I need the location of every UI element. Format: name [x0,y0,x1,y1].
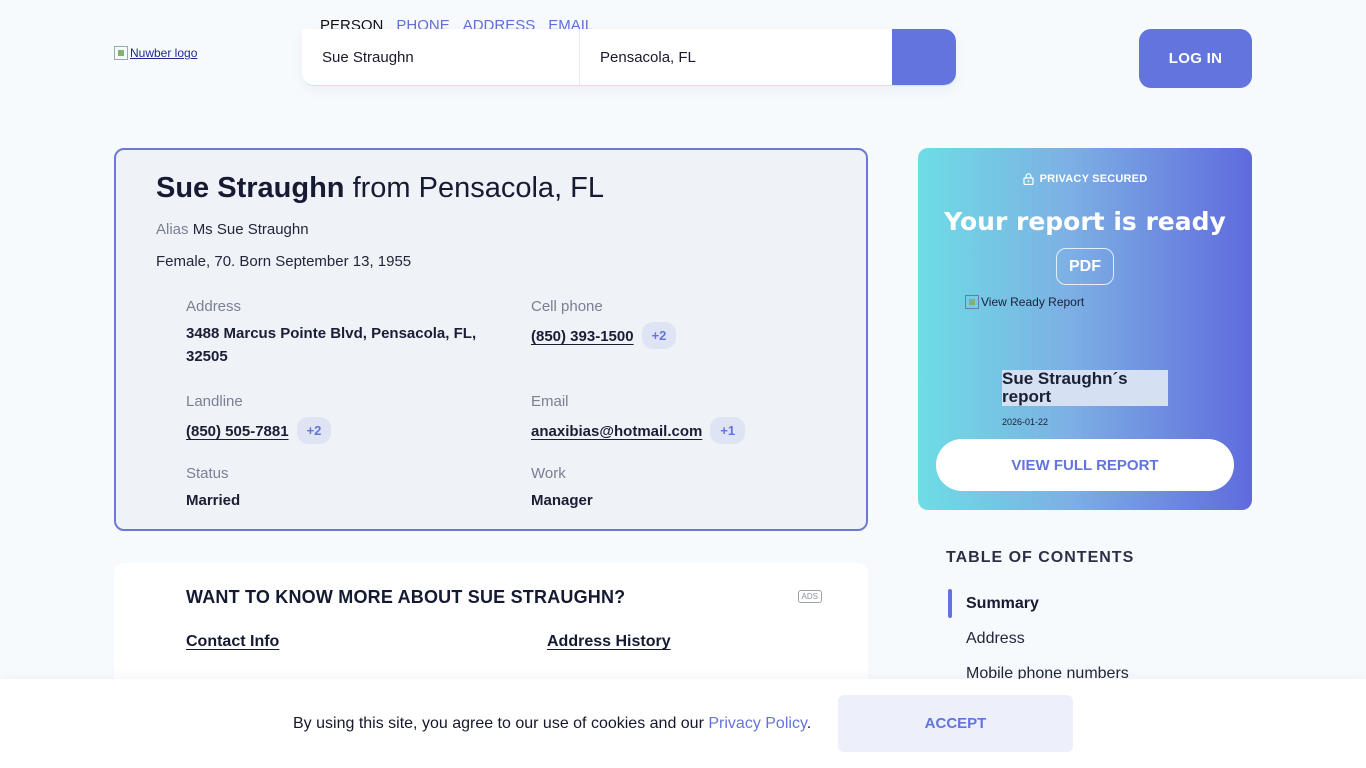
report-headline: Your report is ready [944,207,1226,236]
pdf-badge: PDF [1056,248,1114,285]
ready-report-alt: View Ready Report [981,295,1085,309]
status-label: Status [186,465,229,482]
cookie-banner: By using this site, you agree to our use… [0,679,1366,768]
address-history-link[interactable]: Address History [547,633,671,651]
page-title: Sue Straughn from Pensacola, FL [156,172,604,205]
toc-title: TABLE OF CONTENTS [946,549,1135,566]
bio: Female, 70. Born September 13, 1955 [156,253,412,270]
landline-info: Landline (850) 505-7881 +2 [186,393,332,444]
contact-info-link[interactable]: Contact Info [186,633,279,651]
search-tabs: PERSON PHONE ADDRESS EMAIL [302,9,594,36]
person-name: Sue Straughn [156,172,345,204]
profile-card: Sue Straughn from Pensacola, FL Alias Ms… [114,148,868,531]
toc-item-summary[interactable]: Summary [966,595,1039,613]
alias: Alias Ms Sue Straughn [156,221,309,238]
landline-link[interactable]: (850) 505-7881 [186,423,289,440]
broken-image-icon [965,295,979,309]
lock-icon [1023,173,1034,185]
report-doc-name: Sue Straughn´s report [1002,370,1168,406]
email-info: Email anaxibias@hotmail.com +1 [531,393,746,444]
alias-value: Ms Sue Straughn [192,221,309,238]
search-button[interactable] [892,29,956,85]
report-card: PRIVACY SECURED Your report is ready PDF… [918,148,1252,510]
toc-item-address[interactable]: Address [966,630,1025,648]
cell-info: Cell phone (850) 393-1500 +2 [531,298,677,349]
location-input[interactable]: Pensacola, FL [580,29,892,85]
toc-active-indicator [948,589,952,618]
privacy-badge: PRIVACY SECURED [918,173,1252,185]
address-value: 3488 Marcus Pointe Blvd, Pensacola, FL, … [186,325,477,365]
accept-cookies-button[interactable]: ACCEPT [838,695,1073,752]
email-label: Email [531,393,569,410]
person-location: from Pensacola, FL [352,172,605,204]
broken-image-icon [114,46,128,60]
landline-more-badge[interactable]: +2 [296,417,332,444]
address-label: Address [186,298,242,315]
view-full-report-button[interactable]: VIEW FULL REPORT [936,439,1234,491]
landline-label: Landline [186,393,243,410]
report-doc-date: 2026-01-22 [1002,417,1049,427]
email-more-badge[interactable]: +1 [710,417,746,444]
cell-phone-link[interactable]: (850) 393-1500 [531,328,634,345]
search-box: Sue Straughn Pensacola, FL [302,29,956,86]
cell-more-badge[interactable]: +2 [641,322,677,349]
login-button[interactable]: LOG IN [1139,29,1252,88]
address-info: Address 3488 Marcus Pointe Blvd, Pensaco… [186,298,496,368]
cookie-text: By using this site, you agree to our use… [293,715,811,733]
cookie-period: . [806,715,812,732]
work-label: Work [531,465,566,482]
know-more-heading: WANT TO KNOW MORE ABOUT SUE STRAUGHN? [186,587,626,607]
status-value: Married [186,492,241,509]
name-input[interactable]: Sue Straughn [302,29,580,85]
status-info: Status Married [186,465,240,512]
ready-report-image: View Ready Report [965,295,1084,309]
work-value: Manager [531,492,593,509]
privacy-policy-link[interactable]: Privacy Policy [708,715,806,732]
cookie-message: By using this site, you agree to our use… [293,715,704,732]
logo-alt-text: Nuwber logo [130,46,198,60]
logo-link[interactable]: Nuwber logo [114,46,197,60]
privacy-text: PRIVACY SECURED [1039,173,1148,185]
cell-label: Cell phone [531,298,603,315]
alias-label: Alias [156,221,189,238]
ads-badge: ADS [797,590,822,603]
work-info: Work Manager [531,465,593,512]
email-link[interactable]: anaxibias@hotmail.com [531,423,702,440]
